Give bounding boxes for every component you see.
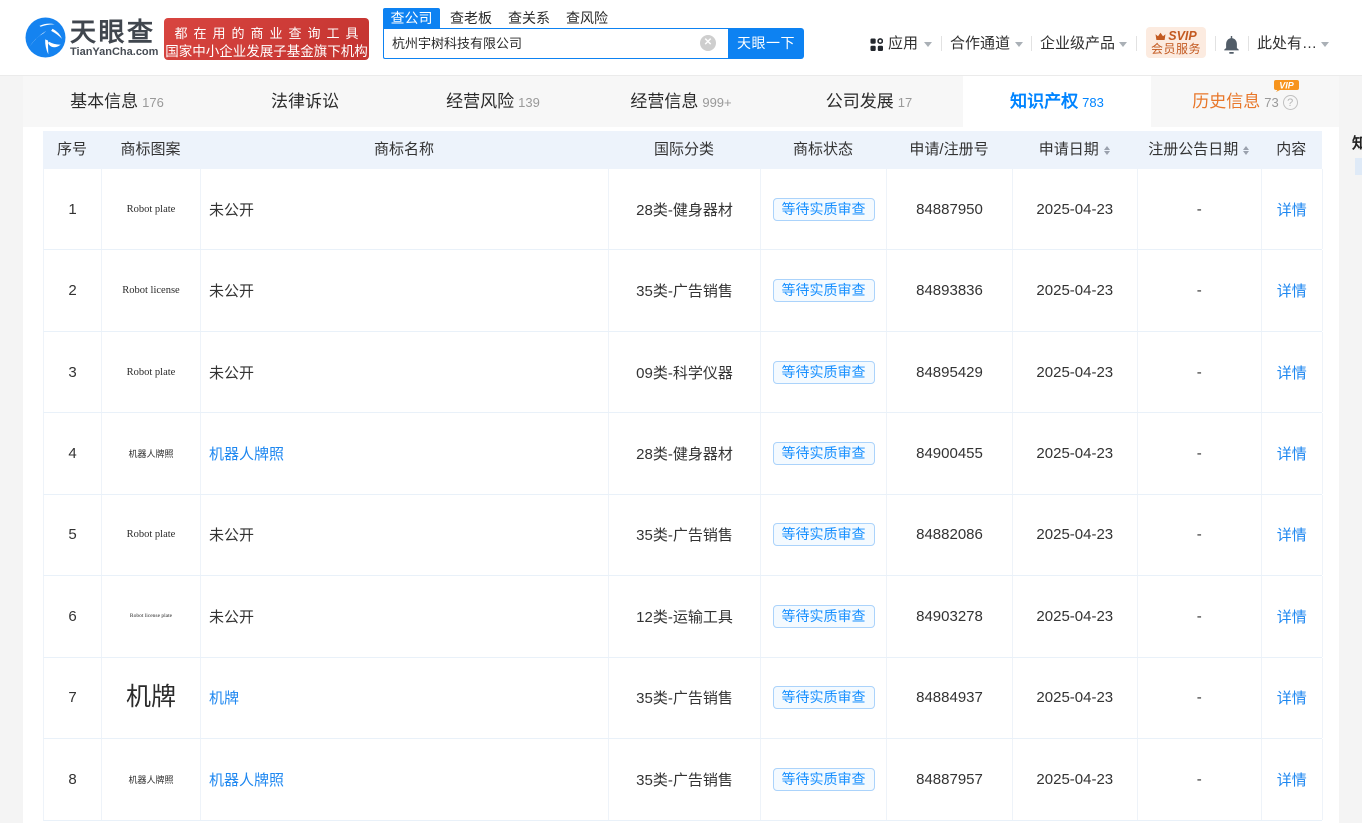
svg-text:VIP: VIP — [1279, 81, 1295, 91]
